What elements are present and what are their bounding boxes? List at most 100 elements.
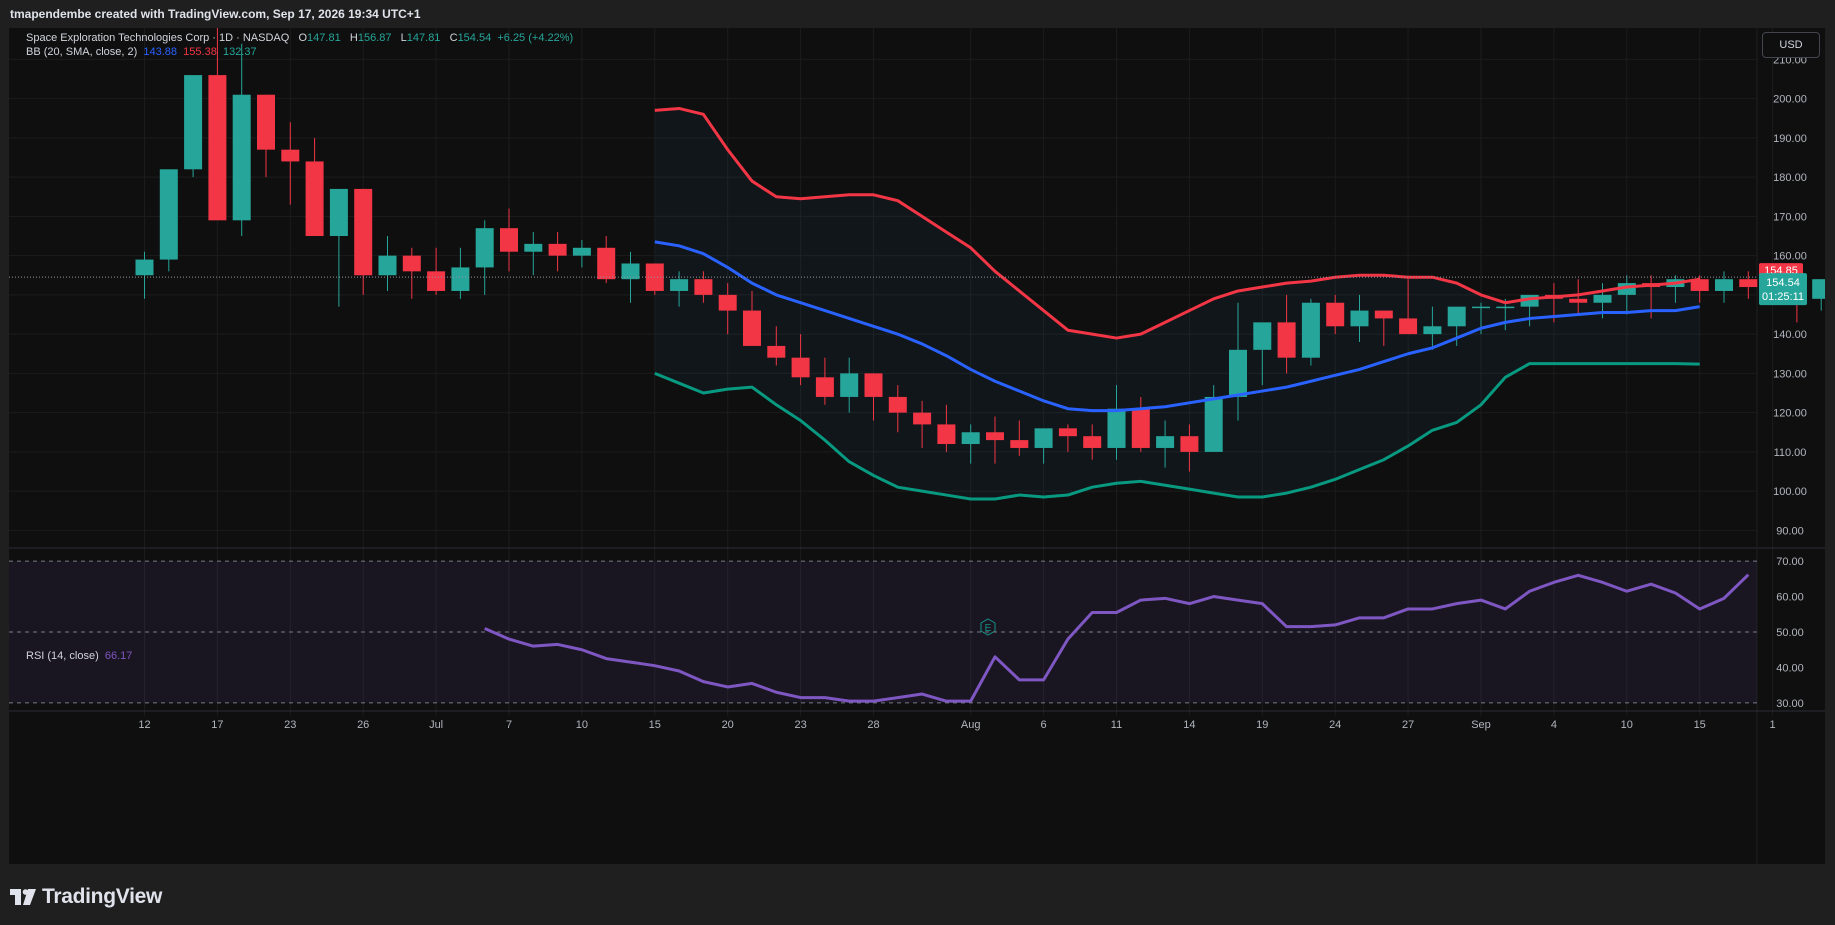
- candle: [548, 232, 567, 272]
- candle-body: [1229, 349, 1247, 397]
- rsi-tick-label: 60.00: [1776, 592, 1804, 604]
- candle-body: [864, 373, 883, 397]
- time-tick-label: 15: [649, 719, 661, 731]
- price-tick-label: 160.00: [1773, 251, 1807, 263]
- candle-body: [1107, 408, 1126, 448]
- legend-close: 154.54: [457, 32, 492, 44]
- rsi-axis: 30.00 40.00 50.00 60.00 70.00: [1776, 556, 1804, 710]
- time-tick-label: 11: [1111, 719, 1122, 731]
- price-tick-label: 170.00: [1773, 211, 1807, 223]
- candle: [475, 220, 494, 295]
- candle-body: [451, 267, 470, 291]
- chart-canvas[interactable]: 90.00 100.00 110.00 120.00 130.00 140.00 1 50.0…: [9, 28, 1825, 864]
- legend-open: 147.81: [307, 32, 341, 44]
- price-tick-label: 90.00: [1776, 525, 1804, 537]
- candle-body: [1593, 294, 1612, 303]
- candle: [645, 263, 664, 295]
- candle-body: [1326, 302, 1345, 327]
- rsi-tick-label: 70.00: [1776, 556, 1804, 568]
- candle-body: [1301, 302, 1320, 358]
- candle-body: [1472, 306, 1490, 309]
- time-tick-label: 23: [284, 719, 296, 731]
- candle-body: [986, 432, 1004, 441]
- candle-body: [937, 424, 956, 445]
- candle: [597, 236, 616, 284]
- time-tick-label: 1: [1770, 719, 1776, 731]
- brand-name: TradingView: [42, 885, 163, 908]
- candle-body: [888, 396, 907, 413]
- time-tick-label: Jul: [429, 719, 443, 731]
- legend-high-label: H: [349, 32, 358, 44]
- time-tick-label: Sep: [1471, 719, 1491, 731]
- candle: [135, 251, 154, 299]
- candle-body: [1715, 279, 1733, 291]
- last-price-tag-text: 154.54: [1766, 277, 1800, 289]
- candle-body: [815, 377, 834, 397]
- bb-band-fill: [654, 108, 1700, 499]
- candle-body: [500, 228, 518, 252]
- candle: [354, 188, 373, 295]
- candle: [500, 208, 518, 272]
- time-tick-label: 15: [1694, 719, 1706, 731]
- candle-body: [1204, 396, 1223, 452]
- time-tick-label: 17: [211, 719, 223, 731]
- legend-close-label: C: [449, 32, 458, 44]
- candle-body: [208, 75, 227, 221]
- bb-legend: BB (20, SMA, close, 2) 143.88 155.38 132…: [26, 46, 257, 58]
- candle: [232, 43, 251, 237]
- price-tick-label: 180.00: [1773, 172, 1807, 184]
- legend-symbol: Space Exploration Technologies Corp · 1D…: [26, 32, 290, 44]
- candle-body: [135, 259, 154, 276]
- candle-body: [329, 188, 348, 237]
- candle-body: [1156, 436, 1175, 448]
- candle-body: [1083, 436, 1102, 448]
- candle-body: [402, 255, 421, 272]
- time-tick-label: 6: [1041, 719, 1047, 731]
- candle-body: [354, 188, 373, 276]
- price-tick-label: 100.00: [1773, 486, 1807, 498]
- candle: [1812, 279, 1825, 311]
- footer-brand[interactable]: TradingView: [10, 882, 162, 912]
- time-tick-label: 19: [1256, 719, 1268, 731]
- price-tick-label: 140.00: [1773, 329, 1807, 341]
- candle-body: [475, 228, 494, 268]
- candle-body: [1569, 298, 1588, 303]
- candle-body: [840, 373, 859, 397]
- time-tick-label: 20: [722, 719, 734, 731]
- time-tick-label: 23: [794, 719, 806, 731]
- candle: [378, 236, 397, 291]
- price-tick-label: 130.00: [1773, 368, 1807, 380]
- candle: [305, 137, 324, 237]
- legend-low: 147.81: [406, 32, 441, 44]
- tradingview-logo-icon: [10, 889, 36, 905]
- candle-body: [1496, 306, 1515, 309]
- time-tick-label: 27: [1402, 719, 1414, 731]
- candle: [427, 247, 446, 295]
- currency-button[interactable]: USD: [1762, 32, 1820, 58]
- price-legend: Space Exploration Technologies Corp · 1D…: [26, 32, 573, 44]
- chart-frame[interactable]: 90.00 100.00 110.00 120.00 130.00 140.00 1 50.0…: [9, 28, 1825, 864]
- time-tick-label: 7: [506, 719, 512, 731]
- candle: [1715, 271, 1733, 303]
- candle: [524, 232, 543, 276]
- price-tick-label: 120.00: [1773, 408, 1807, 420]
- candle-body: [524, 243, 543, 252]
- price-tick-label: 200.00: [1773, 94, 1807, 106]
- bb-label: BB (20, SMA, close, 2): [26, 46, 138, 58]
- time-tick-label: 28: [867, 719, 879, 731]
- price-tick-label: 190.00: [1773, 133, 1807, 145]
- bb-upper-value: 155.38: [183, 46, 217, 58]
- candle-body: [718, 294, 737, 311]
- candle-body: [597, 247, 616, 280]
- candle-body: [913, 412, 932, 425]
- time-tick-label: 14: [1183, 719, 1195, 731]
- candle-body: [159, 169, 178, 260]
- candle-body: [1058, 428, 1077, 437]
- candle-body: [743, 310, 761, 346]
- candle-body: [184, 75, 203, 170]
- candle-body: [281, 149, 300, 162]
- rsi-label: RSI (14, close): [26, 650, 99, 662]
- candle-body: [1131, 408, 1150, 448]
- candle-body: [961, 432, 980, 445]
- candle-body: [1350, 310, 1369, 327]
